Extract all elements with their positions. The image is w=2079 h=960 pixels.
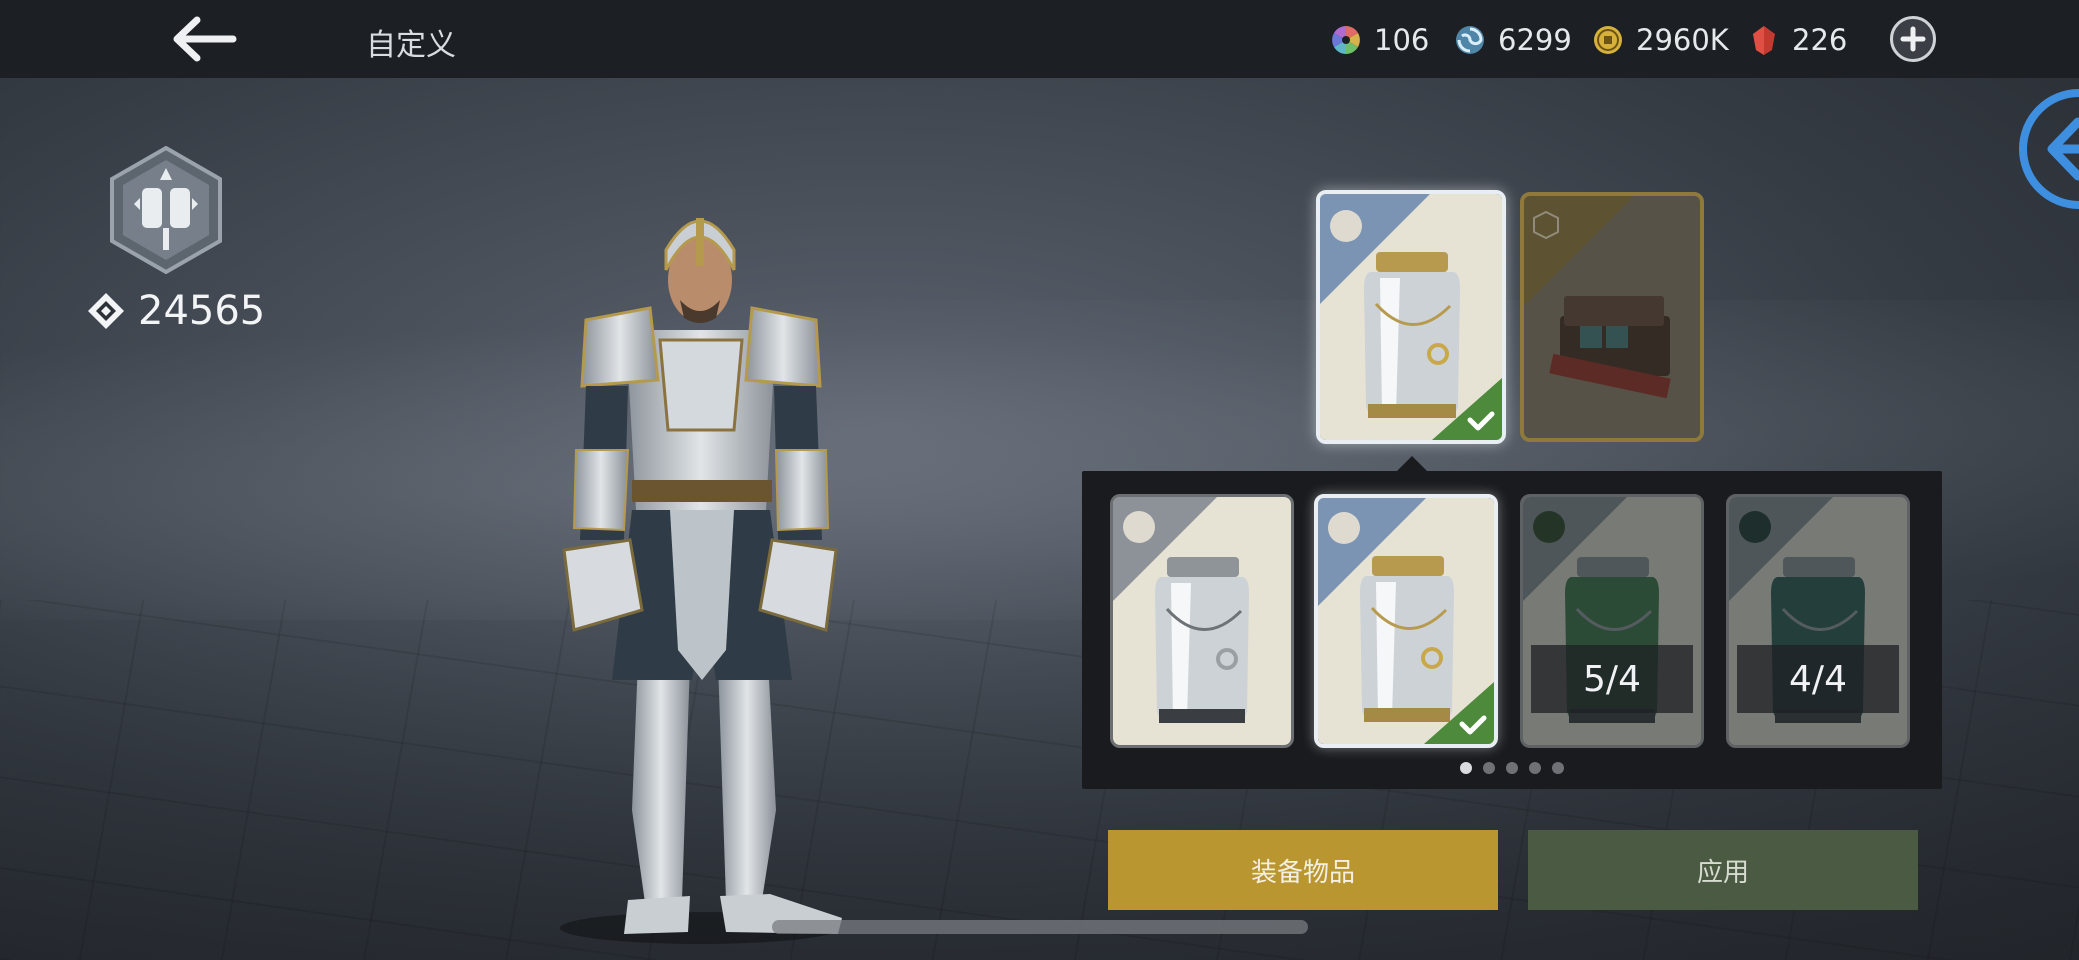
power-diamond-icon [88, 293, 124, 329]
color-wheel-icon [1332, 26, 1360, 54]
page-dot-1[interactable] [1460, 762, 1472, 774]
equipped-jar-card[interactable] [1316, 190, 1506, 444]
page-dot-5[interactable] [1552, 762, 1564, 774]
swirl-amount: 6299 [1498, 23, 1572, 57]
gold-jar-option-selected[interactable] [1314, 494, 1498, 748]
top-bar: 自定义 106 6299 2960K 226 [0, 0, 2079, 78]
owned-count: 5/4 [1531, 645, 1693, 713]
swirl-icon [1456, 26, 1484, 54]
popup-pointer [1396, 456, 1428, 472]
currency-gold-coin: 2960K [1592, 20, 1729, 60]
red-gem-icon [1753, 26, 1775, 55]
silver-jar-option[interactable] [1110, 494, 1294, 748]
selected-check-icon [1424, 682, 1494, 744]
back-arrow-icon [173, 16, 237, 62]
equipped-check-icon [1432, 378, 1502, 440]
gold-coin-amount: 2960K [1636, 23, 1729, 57]
color-wheel-amount: 106 [1374, 23, 1430, 57]
currency-color-wheel: 106 [1330, 20, 1429, 60]
class-emblem-icon [110, 146, 222, 274]
red-gem-amount: 226 [1792, 23, 1848, 57]
page-title: 自定义 [366, 28, 456, 63]
back-button[interactable] [168, 12, 240, 66]
toolbox-card-art [1524, 196, 1700, 438]
side-panel-toggle-button[interactable] [2016, 86, 2079, 212]
gold-coin-icon [1594, 26, 1622, 54]
equip-item-button[interactable]: 装备物品 [1108, 830, 1498, 910]
power-rating: 24565 [86, 288, 265, 334]
plus-icon [1900, 26, 1926, 52]
page-dot-4[interactable] [1529, 762, 1541, 774]
silver-jar-art [1113, 497, 1291, 745]
currency-red-gem: 226 [1748, 20, 1847, 60]
pagination-dots [1460, 762, 1564, 774]
left-arrow-icon [2047, 117, 2079, 181]
teal-jar-option-locked[interactable]: 4/4 [1726, 494, 1910, 748]
page-dot-2[interactable] [1483, 762, 1495, 774]
apply-button[interactable]: 应用 [1528, 830, 1918, 910]
owned-count: 4/4 [1737, 645, 1899, 713]
page-dot-3[interactable] [1506, 762, 1518, 774]
home-indicator[interactable] [772, 920, 1308, 934]
add-currency-button[interactable] [1890, 16, 1936, 62]
green-jar-option-locked[interactable]: 5/4 [1520, 494, 1704, 748]
power-value: 24565 [138, 288, 266, 334]
toolbox-item-card[interactable] [1520, 192, 1704, 442]
currency-swirl: 6299 [1454, 20, 1572, 60]
armored-knight-character [560, 218, 842, 944]
